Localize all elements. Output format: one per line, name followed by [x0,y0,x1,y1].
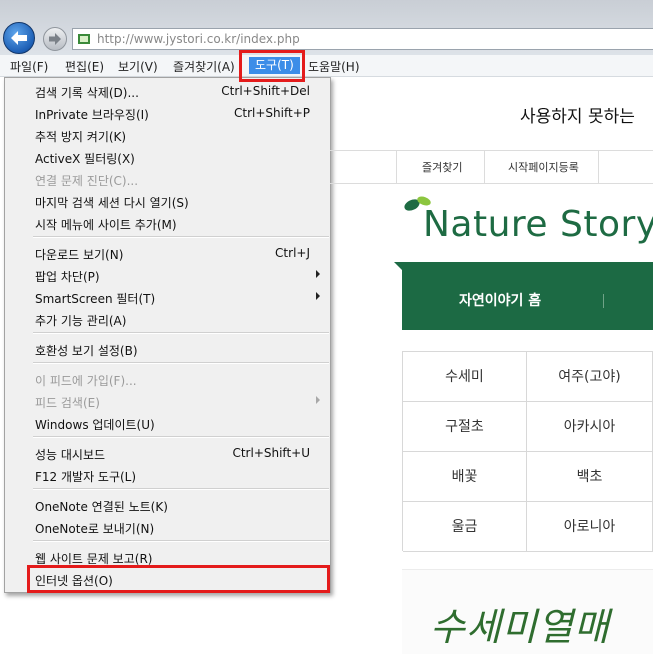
arrow-left-icon [11,31,27,45]
menu-separator [33,540,329,542]
divider [484,150,485,183]
grid-cell[interactable]: 아카시아 [527,402,653,452]
grid-cell[interactable]: 수세미 [403,352,527,402]
tools-menu-item[interactable]: 추가 기능 관리(A) [5,308,330,330]
tools-menu-item[interactable]: InPrivate 브라우징(I) Ctrl+Shift+P [5,102,330,124]
menu-item-label: 인터넷 옵션(O) [35,574,113,588]
menu-item-label: 피드 검색(E) [35,396,100,410]
menu-item-label: F12 개발자 도구(L) [35,470,137,484]
menu-item-shortcut: Ctrl+Shift+P [234,106,310,120]
menu-item-label: 검색 기록 삭제(D)... [35,86,139,100]
page-icon [78,34,90,44]
tools-menu-item[interactable]: 인터넷 옵션(O) [5,568,330,590]
favorites-link[interactable]: 즐겨찾기 [422,159,462,175]
tools-menu-item[interactable]: 웹 사이트 문제 보고(R) [5,546,330,568]
page-headline: 사용하지 못하는 [520,107,635,127]
tools-menu-item[interactable]: OneNote로 보내기(N) [5,516,330,538]
menu-item-label: 팝업 차단(P) [35,270,100,284]
menu-item-label: 추적 방지 켜기(K) [35,130,127,144]
menu-item-label: 성능 대시보드 [35,448,106,462]
menu-item-label: 호환성 보기 설정(B) [35,344,138,358]
grid-cell[interactable]: 배꽃 [403,452,527,502]
tools-menu-item[interactable]: SmartScreen 필터(T) [5,286,330,308]
menu-item-shortcut: Ctrl+J [275,246,310,260]
forward-button[interactable] [43,27,67,51]
grid-cell[interactable]: 아로니아 [527,502,653,552]
navbar-decoration [394,262,402,270]
tools-menu-item[interactable]: 마지막 검색 세션 다시 열기(S) [5,190,330,212]
divider [603,294,604,308]
menu-item-label: OneNote로 보내기(N) [35,522,155,536]
tools-menu-item[interactable]: 성능 대시보드 Ctrl+Shift+U [5,442,330,464]
menu-item-5[interactable]: 도움말(H) [308,58,360,75]
product-grid: 수세미 여주(고야) 구절초 아카시아 배꽃 백초 울금 아로니아 [402,351,653,552]
back-button[interactable] [3,22,35,54]
menu-item-shortcut: Ctrl+Shift+U [232,446,310,460]
menu-item-label: 이 피드에 가입(F)... [35,374,137,388]
submenu-arrow-icon [316,396,320,404]
address-bar[interactable]: http://www.jystori.co.kr/index.php [72,28,653,50]
tools-menu-item[interactable]: 팝업 차단(P) [5,264,330,286]
divider [396,150,397,183]
divider [330,150,653,151]
menu-item-label: 시작 메뉴에 사이트 추가(M) [35,218,177,232]
nav-home-link[interactable]: 자연이야기 홈 [459,290,541,310]
tools-menu-item: 이 피드에 가입(F)... [5,368,330,390]
banner-title[interactable]: 수세미열매 [430,596,610,651]
menu-item-label: OneNote 연결된 노트(K) [35,500,168,514]
menu-item-label: 다운로드 보기(N) [35,248,124,262]
grid-cell[interactable]: 백초 [527,452,653,502]
menu-item-label: InPrivate 브라우징(I) [35,108,149,122]
menu-item-4[interactable]: 도구(T) [249,57,300,74]
menu-item-label: Windows 업데이트(U) [35,418,155,432]
tools-menu-item[interactable]: OneNote 연결된 노트(K) [5,494,330,516]
submenu-arrow-icon [316,292,320,300]
grid-cell[interactable]: 여주(고야) [527,352,653,402]
menu-item-label: 연결 문제 진단(C)... [35,174,139,188]
tools-menu-item[interactable]: F12 개발자 도구(L) [5,464,330,486]
menu-separator [33,362,329,364]
tools-menu-item[interactable]: 검색 기록 삭제(D)... Ctrl+Shift+Del [5,80,330,102]
arrow-right-icon [49,33,61,45]
menu-item-3[interactable]: 즐겨찾기(A) [173,58,235,75]
menu-separator [33,488,329,490]
menu-separator [33,332,329,334]
menu-bar: 파일(F) 편집(E) 보기(V) 즐겨찾기(A) 도구(T) 도움말(H) [0,55,653,77]
browser-toolbar: http://www.jystori.co.kr/index.php [0,0,653,55]
url-text: http://www.jystori.co.kr/index.php [97,32,300,46]
grid-cell[interactable]: 울금 [403,502,527,552]
menu-item-0[interactable]: 파일(F) [10,58,48,75]
menu-item-shortcut: Ctrl+Shift+Del [221,84,310,98]
set-homepage-link[interactable]: 시작페이지등록 [508,159,579,175]
menu-item-label: ActiveX 필터링(X) [35,152,135,166]
tools-menu-item[interactable]: 호환성 보기 설정(B) [5,338,330,360]
menu-item-2[interactable]: 보기(V) [118,58,158,75]
grid-cell[interactable]: 구절초 [403,402,527,452]
menu-item-label: SmartScreen 필터(T) [35,292,156,306]
tools-menu-item: 피드 검색(E) [5,390,330,412]
menu-item-label: 마지막 검색 세션 다시 열기(S) [35,196,189,210]
tools-menu-item[interactable]: ActiveX 필터링(X) [5,146,330,168]
tools-menu-item[interactable]: 시작 메뉴에 사이트 추가(M) [5,212,330,234]
tools-menu-dropdown: 검색 기록 삭제(D)... Ctrl+Shift+Del InPrivate 브라… [4,77,331,593]
tools-menu-item: 연결 문제 진단(C)... [5,168,330,190]
tools-menu-item[interactable]: 추적 방지 켜기(K) [5,124,330,146]
menu-item-label: 추가 기능 관리(A) [35,314,127,328]
divider [598,150,599,183]
menu-separator [33,236,329,238]
site-logo[interactable]: Nature Story [423,204,653,245]
menu-item-label: 웹 사이트 문제 보고(R) [35,552,153,566]
tools-menu-item[interactable]: 다운로드 보기(N) Ctrl+J [5,242,330,264]
tools-menu-item[interactable]: Windows 업데이트(U) [5,412,330,434]
submenu-arrow-icon [316,270,320,278]
divider [330,183,653,184]
menu-separator [33,436,329,438]
menu-item-1[interactable]: 편집(E) [65,58,104,75]
